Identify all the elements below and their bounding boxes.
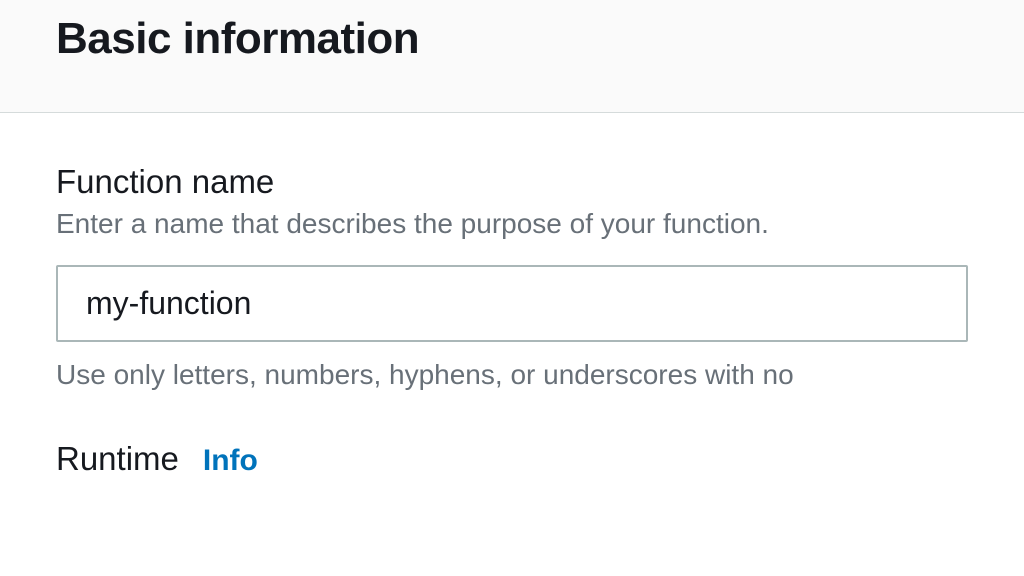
function-name-input[interactable] <box>56 265 968 342</box>
function-name-field-group: Function name Enter a name that describe… <box>56 163 968 394</box>
runtime-label-row: Runtime Info <box>56 440 968 482</box>
runtime-field-group: Runtime Info <box>56 440 968 482</box>
function-name-description: Enter a name that describes the purpose … <box>56 205 968 243</box>
runtime-label: Runtime <box>56 440 179 478</box>
section-header: Basic information <box>0 0 1024 113</box>
runtime-info-link[interactable]: Info <box>203 444 258 478</box>
form-body: Function name Enter a name that describe… <box>0 113 1024 482</box>
function-name-constraint: Use only letters, numbers, hyphens, or u… <box>56 356 968 394</box>
function-name-label: Function name <box>56 163 968 201</box>
section-title: Basic information <box>56 14 968 64</box>
